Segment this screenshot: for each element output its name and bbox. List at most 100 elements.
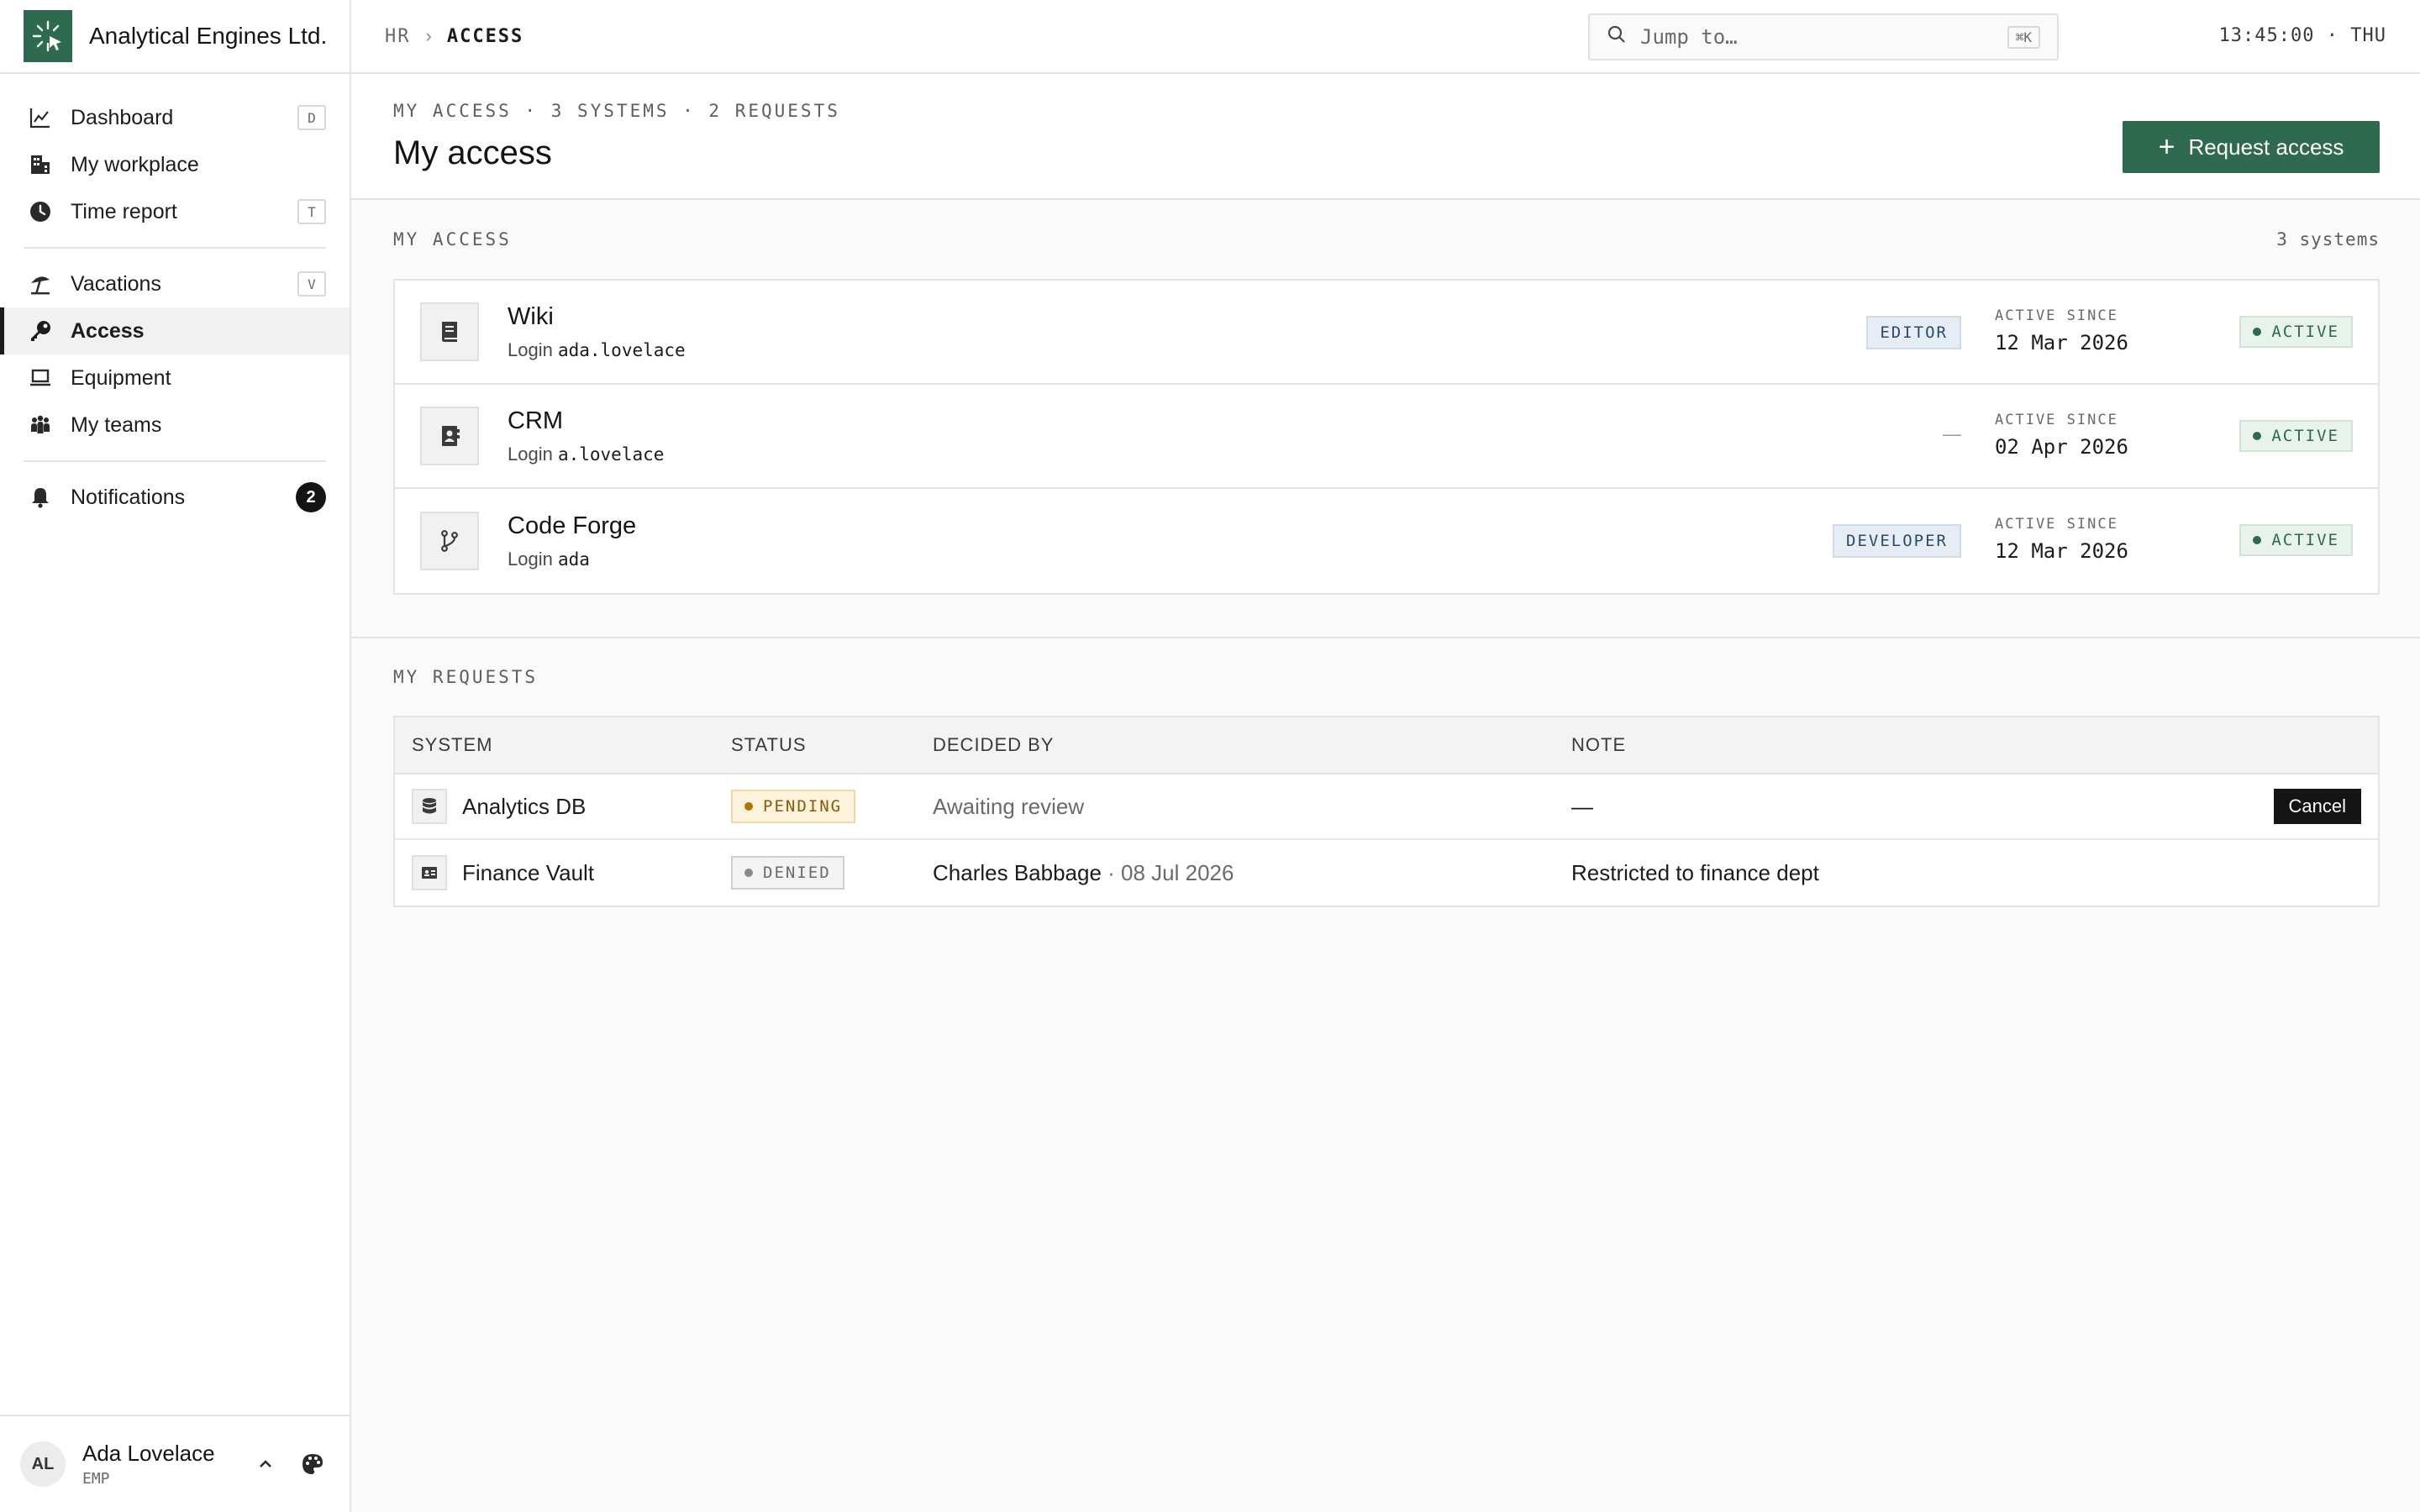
system-login: Login ada.lovelace bbox=[508, 339, 686, 361]
sidebar-item-time-report[interactable]: Time report T bbox=[0, 188, 350, 235]
building-icon bbox=[27, 151, 54, 178]
system-name: Code Forge bbox=[508, 512, 637, 539]
login-value: a.lovelace bbox=[557, 444, 665, 465]
nav-group-personal: Vacations V Access Equipment My teams bbox=[0, 249, 350, 462]
sidebar: Analytical Engines Ltd. Dashboard D My w… bbox=[0, 0, 351, 1512]
section-header: MY REQUESTS bbox=[393, 638, 2380, 716]
status-dot bbox=[2253, 432, 2262, 440]
clock-icon bbox=[27, 198, 54, 225]
shortcut-key: D bbox=[297, 105, 326, 130]
section-title: MY ACCESS bbox=[393, 229, 512, 249]
status-dot bbox=[744, 869, 753, 877]
login-prefix: Login bbox=[508, 548, 553, 570]
nav-group-notifications: Notifications 2 bbox=[24, 462, 326, 533]
chevron-up-icon[interactable] bbox=[249, 1447, 282, 1481]
system-info: CRM Login a.lovelace bbox=[508, 407, 664, 465]
palette-icon[interactable] bbox=[296, 1447, 329, 1481]
shortcut-key: V bbox=[297, 271, 326, 297]
active-since-date: 12 Mar 2026 bbox=[1995, 331, 2128, 354]
avatar[interactable]: AL bbox=[20, 1441, 66, 1487]
brand[interactable]: Analytical Engines Ltd. bbox=[0, 0, 350, 74]
status-badge: ACTIVE bbox=[2239, 524, 2353, 556]
user-info: Ada Lovelace EMP bbox=[82, 1441, 235, 1488]
login-prefix: Login bbox=[508, 443, 553, 465]
sidebar-item-label: Dashboard bbox=[71, 105, 174, 129]
status-dot bbox=[744, 802, 753, 811]
notification-count-badge: 2 bbox=[296, 482, 326, 512]
contact-book-icon bbox=[420, 407, 479, 465]
active-since: ACTIVE SINCE 12 Mar 2026 bbox=[1995, 516, 2128, 563]
request-note: Restricted to finance dept bbox=[1571, 859, 1819, 885]
shortcut-key: T bbox=[297, 199, 326, 224]
plus-icon: + bbox=[2158, 131, 2175, 163]
system-info: Wiki Login ada.lovelace bbox=[508, 303, 686, 361]
request-decided-by: Awaiting review bbox=[933, 793, 1085, 819]
system-name: Wiki bbox=[508, 302, 554, 330]
status-dot bbox=[2253, 328, 2262, 336]
system-login: Login a.lovelace bbox=[508, 444, 664, 465]
system-name: CRM bbox=[508, 407, 564, 434]
active-since-label: ACTIVE SINCE bbox=[1995, 307, 2118, 324]
status-badge: DENIED bbox=[731, 856, 844, 890]
login-value: ada bbox=[557, 549, 590, 570]
user-bar: AL Ada Lovelace EMP bbox=[0, 1415, 350, 1512]
request-access-label: Request access bbox=[2188, 134, 2344, 160]
role-tag: DEVELOPER bbox=[1833, 524, 1961, 558]
status-text: DENIED bbox=[763, 864, 831, 882]
active-since-date: 02 Apr 2026 bbox=[1995, 435, 2128, 459]
column-header-decided-by[interactable]: DECIDED BY bbox=[933, 734, 1571, 756]
section-header: MY ACCESS 3 systems bbox=[393, 200, 2380, 279]
system-login: Login ada bbox=[508, 549, 636, 570]
access-row-wiki[interactable]: Wiki Login ada.lovelace EDITOR ACTIVE SI… bbox=[395, 281, 2378, 385]
breadcrumb-hr[interactable]: HR bbox=[385, 26, 411, 47]
user-role: EMP bbox=[82, 1470, 110, 1488]
column-header-note[interactable]: NOTE bbox=[1571, 734, 2244, 756]
sidebar-item-label: My workplace bbox=[71, 152, 199, 176]
status-text: ACTIVE bbox=[2271, 323, 2339, 341]
table-row[interactable]: Finance Vault DENIED Charles Babbage · 0… bbox=[395, 840, 2378, 906]
sidebar-item-label: My teams bbox=[71, 412, 162, 437]
request-system-name: Analytics DB bbox=[462, 793, 587, 819]
request-system-name: Finance Vault bbox=[462, 859, 595, 885]
search-input[interactable] bbox=[1640, 25, 2007, 49]
active-since: ACTIVE SINCE 12 Mar 2026 bbox=[1995, 307, 2128, 354]
sidebar-item-access[interactable]: Access bbox=[0, 307, 350, 354]
request-access-button[interactable]: + Request access bbox=[2123, 121, 2380, 173]
access-row-crm[interactable]: CRM Login a.lovelace — ACTIVE SINCE 02 A… bbox=[395, 385, 2378, 489]
sidebar-item-equipment[interactable]: Equipment bbox=[0, 354, 350, 402]
decided-date: · 08 Jul 2026 bbox=[1107, 859, 1234, 885]
page-title: My access bbox=[393, 134, 552, 171]
sidebar-item-notifications[interactable]: Notifications 2 bbox=[0, 474, 350, 521]
clock: 13:45:00 · THU bbox=[2218, 25, 2386, 46]
user-name: Ada Lovelace bbox=[82, 1441, 215, 1466]
my-access-section: MY ACCESS 3 systems Wiki Login ada.lovel… bbox=[351, 200, 2420, 595]
sidebar-item-dashboard[interactable]: Dashboard D bbox=[0, 94, 350, 141]
git-branch-icon bbox=[420, 512, 479, 570]
search-box[interactable]: ⌘K bbox=[1588, 13, 2059, 60]
active-since-label: ACTIVE SINCE bbox=[1995, 516, 2118, 533]
access-row-code-forge[interactable]: Code Forge Login ada DEVELOPER ACTIVE SI… bbox=[395, 489, 2378, 593]
column-header-system[interactable]: SYSTEM bbox=[395, 734, 731, 756]
column-header-status[interactable]: STATUS bbox=[731, 734, 933, 756]
main-content: MY ACCESS · 3 SYSTEMS · 2 REQUESTS My ac… bbox=[351, 74, 2420, 1512]
sidebar-item-my-teams[interactable]: My teams bbox=[0, 402, 350, 449]
status-badge: ACTIVE bbox=[2239, 420, 2353, 452]
sidebar-item-my-workplace[interactable]: My workplace bbox=[0, 141, 350, 188]
request-decided-by: Charles Babbage · 08 Jul 2026 bbox=[933, 860, 1571, 886]
status-badge: PENDING bbox=[731, 790, 856, 823]
request-note: — bbox=[1571, 793, 1593, 819]
request-system: Finance Vault bbox=[395, 855, 731, 890]
status-text: ACTIVE bbox=[2271, 427, 2339, 445]
requests-table: SYSTEM STATUS DECIDED BY NOTE Analytics bbox=[393, 716, 2380, 907]
sidebar-item-vacations[interactable]: Vacations V bbox=[0, 260, 350, 307]
table-row[interactable]: Analytics DB PENDING Awaiting review — C… bbox=[395, 774, 2378, 840]
status-text: PENDING bbox=[763, 797, 843, 816]
breadcrumb-separator: › bbox=[425, 25, 432, 46]
request-system: Analytics DB bbox=[395, 789, 731, 824]
request-actions: Cancel bbox=[2244, 789, 2378, 824]
systems-count: 3 systems bbox=[2276, 229, 2380, 249]
cancel-request-button[interactable]: Cancel bbox=[2273, 789, 2361, 824]
sidebar-item-label: Time report bbox=[71, 199, 177, 223]
active-since-label: ACTIVE SINCE bbox=[1995, 412, 2118, 428]
page-header: MY ACCESS · 3 SYSTEMS · 2 REQUESTS My ac… bbox=[351, 74, 2420, 200]
